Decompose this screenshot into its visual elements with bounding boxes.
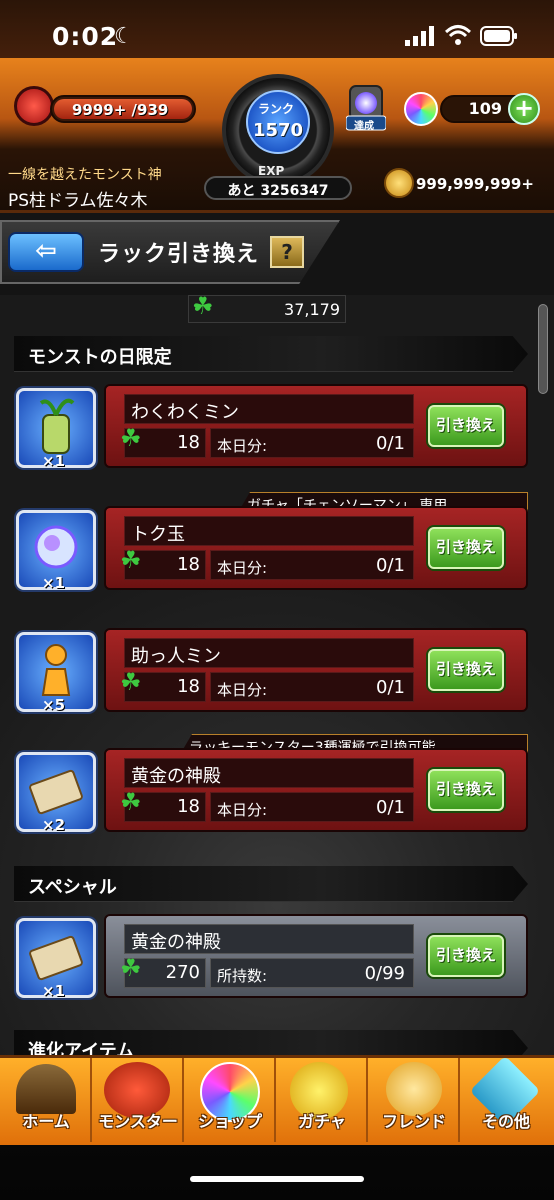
- limit-label: 所持数:: [217, 967, 268, 985]
- tab-label: ホーム: [22, 1112, 70, 1131]
- exchange-button[interactable]: 引き換え: [428, 935, 504, 977]
- clock: 0:02: [52, 22, 119, 51]
- limit-label: 本日分:: [217, 681, 268, 699]
- back-button[interactable]: ⇦: [8, 232, 84, 272]
- exchange-button[interactable]: 引き換え: [428, 769, 504, 811]
- help-button[interactable]: ?: [270, 236, 304, 268]
- clover-icon: ☘: [120, 424, 142, 452]
- item-quantity: ×1: [42, 574, 66, 592]
- home-icon: [16, 1064, 76, 1114]
- limit-value: 0/1: [376, 555, 405, 576]
- achievement-label: 達成: [354, 121, 374, 132]
- item-quantity: ×1: [42, 452, 66, 470]
- home-indicator[interactable]: [190, 1176, 364, 1182]
- achievement-button[interactable]: 達成: [345, 84, 387, 132]
- tab-label: ショップ: [197, 1112, 262, 1131]
- limit-box: 本日分: 0/1: [210, 550, 414, 580]
- clover-icon: ☘: [120, 546, 142, 574]
- clover-icon: ☘: [120, 788, 142, 816]
- limit-label: 本日分:: [217, 437, 268, 455]
- item-name: わくわくミン: [124, 394, 414, 424]
- stamina-icon: [14, 86, 54, 126]
- tab-label: その他: [481, 1112, 530, 1131]
- item-name: 黄金の神殿: [124, 924, 414, 954]
- limit-box: 本日分: 0/1: [210, 672, 414, 702]
- item-quantity: ×1: [42, 982, 66, 1000]
- gold-coin-icon: [384, 168, 414, 198]
- tab-label: ガチャ: [298, 1112, 346, 1131]
- item-cost: 270: [165, 962, 200, 983]
- limit-label: 本日分:: [217, 559, 268, 577]
- limit-value: 0/1: [376, 677, 405, 698]
- item-cost: 18: [177, 796, 200, 817]
- gold-count: 999,999,999+: [416, 175, 534, 193]
- clover-icon: ☘: [120, 954, 142, 982]
- limit-value: 0/99: [364, 963, 405, 984]
- item-cost: 18: [177, 676, 200, 697]
- signal-icon: [405, 26, 434, 46]
- section-title: モンストの日限定: [28, 347, 172, 368]
- tab-label: モンスター: [98, 1112, 178, 1131]
- rank-value: 1570: [252, 120, 304, 141]
- item-cost: 18: [177, 554, 200, 575]
- tab-label: フレンド: [381, 1112, 446, 1131]
- exchange-button[interactable]: 引き換え: [428, 405, 504, 447]
- item-name: 黄金の神殿: [124, 758, 414, 788]
- limit-box: 本日分: 0/1: [210, 792, 414, 822]
- limit-value: 0/1: [376, 433, 405, 454]
- limit-value: 0/1: [376, 797, 405, 818]
- item-quantity: ×2: [42, 816, 66, 834]
- limit-box: 本日分: 0/1: [210, 428, 414, 458]
- orb-icon: [404, 92, 438, 126]
- clover-total: 37,179: [284, 300, 340, 319]
- buy-orbs-button[interactable]: +: [508, 93, 540, 125]
- wifi-icon: [445, 25, 471, 45]
- exp-remaining: あと 3256347: [227, 183, 329, 199]
- stamina-value: 9999+ /939: [72, 101, 169, 119]
- limit-label: 本日分:: [217, 801, 268, 819]
- clover-icon: ☘: [120, 668, 142, 696]
- rank-label: ランク: [258, 102, 295, 116]
- item-name: トク玉: [124, 516, 414, 546]
- item-quantity: ×5: [42, 696, 66, 714]
- scrollbar[interactable]: [538, 304, 548, 394]
- page-title: ラック引き換え: [98, 242, 260, 267]
- exchange-button[interactable]: 引き換え: [428, 649, 504, 691]
- user-title: 一線を越えたモンスト神: [8, 167, 162, 183]
- item-cost: 18: [177, 432, 200, 453]
- item-name: 助っ人ミン: [124, 638, 414, 668]
- orb-count: 109: [468, 99, 502, 118]
- battery-icon: [480, 26, 517, 46]
- section-title: スペシャル: [28, 877, 117, 898]
- moon-icon: ☾: [114, 24, 134, 49]
- limit-box: 所持数: 0/99: [210, 958, 414, 988]
- user-name: PS柱ドラム佐々木: [8, 191, 148, 211]
- exchange-button[interactable]: 引き換え: [428, 527, 504, 569]
